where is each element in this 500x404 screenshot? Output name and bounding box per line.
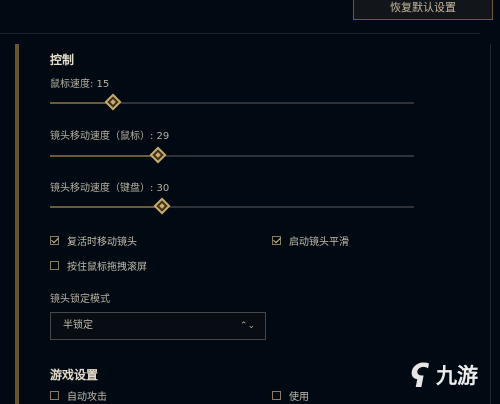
- camera-keyboard-speed-slider[interactable]: [50, 197, 414, 215]
- slider-thumb[interactable]: [104, 93, 122, 111]
- slider-thumb[interactable]: [149, 146, 167, 164]
- watermark-logo: ʕ 九游: [410, 356, 500, 396]
- camera-mouse-speed-slider[interactable]: [50, 146, 414, 164]
- select-value: 半锁定: [63, 320, 93, 331]
- divider: [0, 33, 480, 34]
- checkbox-respawn-camera[interactable]: 复活时移动镜头: [50, 233, 137, 248]
- checkbox-label: 按住鼠标拖拽滚屏: [67, 262, 147, 273]
- logo-mark-icon: ʕ: [410, 357, 429, 395]
- section-title-game-settings: 游戏设置: [50, 368, 99, 382]
- camera-mouse-speed-label: 镜头移动速度（鼠标）: 29: [50, 131, 170, 142]
- section-accent-bar: [15, 44, 19, 404]
- checkbox-camera-smoothing[interactable]: 启动镜头平滑: [272, 233, 349, 248]
- checkbox-drag-scroll[interactable]: 按住鼠标拖拽滚屏: [50, 258, 147, 273]
- slider-fill: [50, 155, 160, 157]
- chevron-updown-icon: ⌃⌄: [239, 321, 255, 331]
- reset-defaults-button[interactable]: 恢复默认设置: [353, 0, 493, 20]
- slider-fill: [50, 206, 163, 208]
- checkbox-label: 启动镜头平滑: [289, 237, 349, 248]
- mouse-speed-slider[interactable]: [50, 93, 414, 111]
- logo-text: 九游: [436, 364, 478, 388]
- checkbox-label: 复活时移动镜头: [67, 237, 137, 248]
- checkbox-box[interactable]: [50, 236, 59, 245]
- slider-thumb[interactable]: [153, 197, 171, 215]
- mouse-speed-label: 鼠标速度: 15: [50, 79, 110, 90]
- checkbox-box[interactable]: [272, 236, 281, 245]
- section-title-control: 控制: [50, 53, 75, 67]
- scrollbar[interactable]: [490, 44, 491, 404]
- checkbox-box[interactable]: [50, 261, 59, 270]
- camera-lock-mode-select[interactable]: 半锁定 ⌃⌄: [50, 312, 266, 340]
- camera-keyboard-speed-label: 镜头移动速度（键盘）: 30: [50, 183, 170, 194]
- camera-lock-mode-label: 镜头锁定模式: [50, 294, 110, 305]
